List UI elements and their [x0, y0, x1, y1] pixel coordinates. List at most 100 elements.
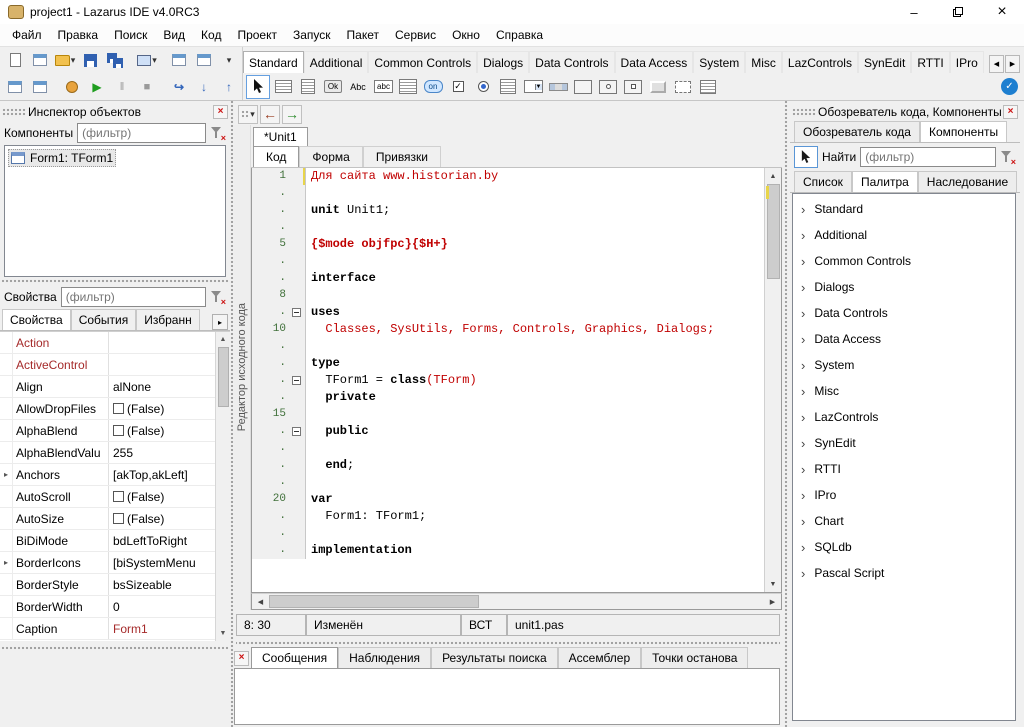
component-actionlist[interactable]: [696, 75, 720, 99]
open-dropdown-icon[interactable]: ▾: [71, 55, 76, 66]
palette-tab-dialogs[interactable]: Dialogs: [477, 51, 529, 73]
save-all-button[interactable]: [103, 49, 127, 72]
list-item-sqldb[interactable]: ›SQLdb: [793, 534, 1015, 560]
component-togglebox[interactable]: on: [421, 75, 445, 99]
code-editor[interactable]: 1Для сайта www.historian.by . .unit Unit…: [251, 168, 782, 593]
new-unit-button[interactable]: [3, 49, 27, 72]
menu-search[interactable]: Поиск: [106, 25, 155, 45]
filter-funnel-icon[interactable]: ×: [210, 125, 226, 141]
property-row-anchors[interactable]: ▸ Anchors [akTop,akLeft]: [0, 464, 215, 486]
menu-help[interactable]: Справка: [488, 25, 551, 45]
list-item-dialogs[interactable]: ›Dialogs: [793, 274, 1015, 300]
window-manager-button[interactable]: [28, 75, 52, 98]
components-search-input[interactable]: [860, 147, 996, 167]
palette-scroll-right-button[interactable]: ▶: [1005, 55, 1020, 73]
value-checkbox[interactable]: [113, 513, 124, 524]
component-checkgroup[interactable]: [621, 75, 645, 99]
menu-code[interactable]: Код: [193, 25, 229, 45]
palette-tab-additional[interactable]: Additional: [304, 51, 369, 73]
scroll-down-icon[interactable]: ▼: [765, 576, 782, 592]
editor-horizontal-scrollbar[interactable]: ◀ ▶: [251, 593, 782, 610]
value-checkbox[interactable]: [113, 425, 124, 436]
tab-code[interactable]: Код: [253, 146, 299, 167]
list-item-system[interactable]: ›System: [793, 352, 1015, 378]
open-button[interactable]: ▾: [53, 49, 77, 72]
property-grid-scrollbar[interactable]: ▲ ▼: [215, 332, 230, 641]
run-button[interactable]: ▶: [85, 75, 109, 98]
scroll-up-icon[interactable]: ▲: [216, 332, 231, 347]
property-row-alphablendvalue[interactable]: AlphaBlendValu 255: [0, 442, 215, 464]
inspector-bottom-splitter[interactable]: [2, 644, 228, 652]
palette-scroll-left-button[interactable]: ◀: [989, 55, 1004, 73]
component-listbox[interactable]: [496, 75, 520, 99]
scrollbar-thumb[interactable]: [218, 347, 229, 407]
component-popupmenu[interactable]: [296, 75, 320, 99]
list-item-data-access[interactable]: ›Data Access: [793, 326, 1015, 352]
tab-list[interactable]: Список: [794, 171, 852, 192]
component-mainmenu[interactable]: [271, 75, 295, 99]
inspector-splitter[interactable]: [2, 277, 228, 285]
view-forms-button[interactable]: [192, 49, 216, 72]
code-explorer-close-button[interactable]: ×: [1003, 105, 1018, 119]
component-memo[interactable]: [396, 75, 420, 99]
new-form-button[interactable]: [28, 49, 52, 72]
palette-tab-lazcontrols[interactable]: LazControls: [782, 51, 858, 73]
object-inspector-close-button[interactable]: ×: [213, 105, 228, 119]
list-item-ipro[interactable]: ›IPro: [793, 482, 1015, 508]
step-out-button[interactable]: ↑: [217, 75, 241, 98]
palette-tab-data-access[interactable]: Data Access: [615, 51, 694, 73]
property-row-allowdropfiles[interactable]: AllowDropFiles (False): [0, 398, 215, 420]
list-item-pascal-script[interactable]: ›Pascal Script: [793, 560, 1015, 586]
step-over-button[interactable]: ↪: [167, 75, 191, 98]
list-item-standard[interactable]: ›Standard: [793, 196, 1015, 222]
property-row-caption[interactable]: Caption Form1: [0, 618, 215, 640]
configure-build-button[interactable]: [60, 75, 84, 98]
build-mode-button[interactable]: ▾: [135, 49, 159, 72]
expand-icon[interactable]: ▸: [4, 558, 8, 567]
scrollbar-thumb[interactable]: [269, 595, 479, 608]
component-combobox[interactable]: ▼: [521, 75, 545, 99]
menu-tools[interactable]: Сервис: [387, 25, 444, 45]
fold-marker-icon[interactable]: [292, 308, 301, 317]
component-button[interactable]: Ok: [321, 75, 345, 99]
file-tab-unit1[interactable]: *Unit1: [253, 127, 308, 146]
palette-tab-rtti[interactable]: RTTI: [911, 51, 949, 73]
menu-package[interactable]: Пакет: [339, 25, 387, 45]
right-splitter[interactable]: [782, 101, 790, 727]
scroll-down-icon[interactable]: ▼: [216, 626, 231, 641]
new-window-button[interactable]: [3, 75, 27, 98]
list-item-common-controls[interactable]: ›Common Controls: [793, 248, 1015, 274]
expand-icon[interactable]: ▸: [4, 470, 8, 479]
menu-run[interactable]: Запуск: [285, 25, 339, 45]
code-text-area[interactable]: 1Для сайта www.historian.by . .unit Unit…: [252, 168, 764, 592]
tab-form[interactable]: Форма: [299, 146, 362, 167]
palette-tab-standard[interactable]: Standard: [243, 51, 304, 73]
value-checkbox[interactable]: [113, 491, 124, 502]
component-frame[interactable]: [671, 75, 695, 99]
editor-dock-strip[interactable]: Редактор исходного кода: [234, 125, 251, 610]
property-row-borderstyle[interactable]: BorderStyle bsSizeable: [0, 574, 215, 596]
tab-code-explorer[interactable]: Обозреватель кода: [794, 121, 920, 142]
app-icon[interactable]: [8, 5, 24, 19]
scroll-right-icon[interactable]: ▶: [764, 594, 781, 609]
components-filter-input[interactable]: [77, 123, 206, 143]
property-row-bordericons[interactable]: ▸ BorderIcons [biSystemMenu: [0, 552, 215, 574]
menu-project[interactable]: Проект: [229, 25, 285, 45]
stop-button[interactable]: ■: [135, 75, 159, 98]
scroll-up-icon[interactable]: ▲: [765, 168, 782, 184]
tab-properties[interactable]: Свойства: [2, 309, 71, 330]
tab-assembler[interactable]: Ассемблер: [558, 647, 641, 668]
pause-button[interactable]: ‖: [110, 75, 134, 98]
list-item-lazcontrols[interactable]: ›LazControls: [793, 404, 1015, 430]
component-edit[interactable]: abc: [371, 75, 395, 99]
jump-back-button[interactable]: ←: [260, 105, 280, 124]
property-row-align[interactable]: Align alNone: [0, 376, 215, 398]
messages-close-button[interactable]: ×: [234, 651, 249, 666]
palette-ok-button[interactable]: ✓: [1001, 78, 1018, 95]
component-groupbox[interactable]: [571, 75, 595, 99]
menu-file[interactable]: Файл: [4, 25, 50, 45]
property-row-autosize[interactable]: AutoSize (False): [0, 508, 215, 530]
dock-grip[interactable]: [2, 108, 26, 117]
list-item-misc[interactable]: ›Misc: [793, 378, 1015, 404]
property-row-activecontrol[interactable]: ActiveControl: [0, 354, 215, 376]
